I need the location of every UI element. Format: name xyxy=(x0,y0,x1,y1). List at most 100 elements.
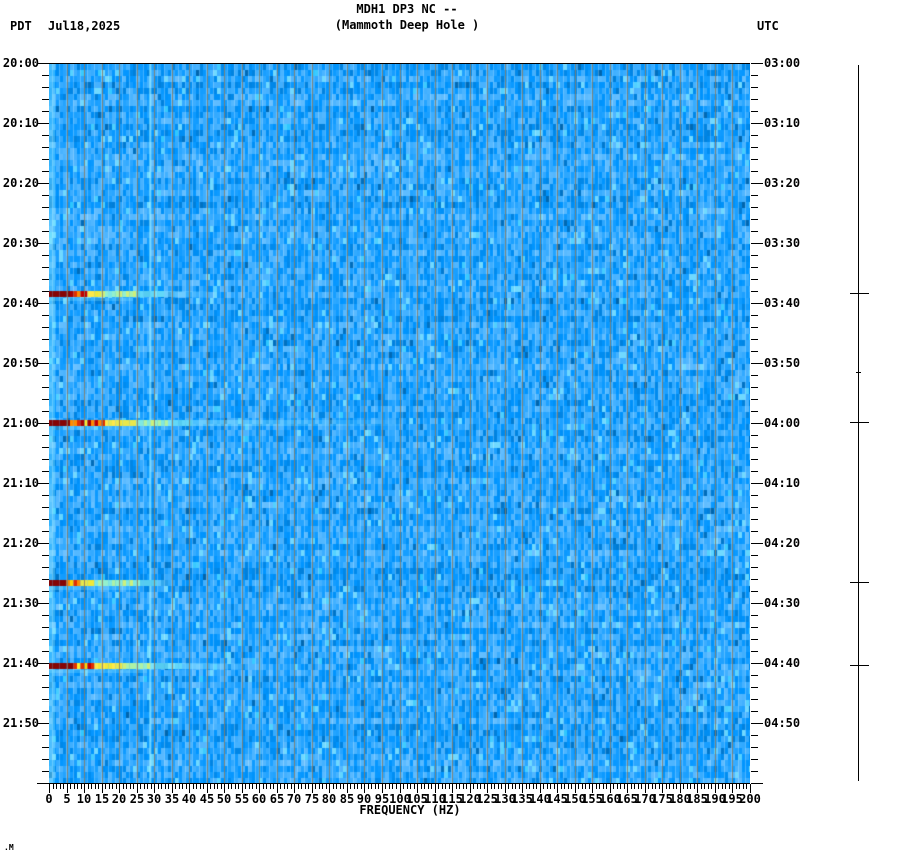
x-axis-minor-tick xyxy=(340,784,341,789)
x-axis-minor-tick xyxy=(477,784,478,789)
x-axis-minor-tick xyxy=(704,784,705,789)
y-axis-left-label: 20:50 xyxy=(2,356,39,370)
x-axis-minor-tick xyxy=(407,784,408,789)
x-axis-minor-tick xyxy=(200,784,201,789)
y-axis-minor-tick-right xyxy=(751,555,758,556)
y-axis-minor-tick-left xyxy=(42,579,49,580)
x-axis-minor-tick xyxy=(126,784,127,789)
x-axis-minor-tick xyxy=(687,784,688,789)
y-axis-minor-tick-right xyxy=(751,207,758,208)
x-axis-minor-tick xyxy=(599,784,600,789)
x-axis-minor-tick xyxy=(385,784,386,789)
x-axis-minor-tick xyxy=(60,784,61,789)
y-axis-major-tick-right xyxy=(751,243,763,244)
y-axis-minor-tick-right xyxy=(751,195,758,196)
y-axis-minor-tick-right xyxy=(751,495,758,496)
x-axis-minor-tick xyxy=(491,784,492,789)
y-axis-minor-tick-left xyxy=(42,195,49,196)
spectrogram-canvas xyxy=(49,64,750,784)
y-axis-minor-tick-left xyxy=(42,327,49,328)
y-axis-minor-tick-right xyxy=(751,567,758,568)
x-axis-minor-tick xyxy=(501,784,502,789)
x-axis-minor-tick xyxy=(186,784,187,789)
y-axis-minor-tick-left xyxy=(42,471,49,472)
y-axis-left-label: 20:40 xyxy=(2,296,39,310)
x-axis-minor-tick xyxy=(708,784,709,789)
y-axis-minor-tick-right xyxy=(751,699,758,700)
x-axis-minor-tick xyxy=(596,784,597,789)
x-axis-minor-tick xyxy=(659,784,660,789)
y-axis-minor-tick-right xyxy=(751,171,758,172)
y-axis-major-tick-right xyxy=(751,303,763,304)
y-axis-minor-tick-right xyxy=(751,627,758,628)
x-axis-minor-tick xyxy=(389,784,390,789)
x-axis-minor-tick xyxy=(319,784,320,789)
spectrogram-page: MDH1 DP3 NC -- (Mammoth Deep Hole ) PDT … xyxy=(0,0,902,864)
y-axis-minor-tick-right xyxy=(751,759,758,760)
y-axis-minor-tick-right xyxy=(751,771,758,772)
y-axis-minor-tick-left xyxy=(42,207,49,208)
x-axis-minor-tick xyxy=(701,784,702,789)
x-axis-minor-tick xyxy=(88,784,89,789)
y-axis-minor-tick-right xyxy=(751,327,758,328)
y-axis-minor-tick-left xyxy=(42,747,49,748)
y-axis-major-tick-left xyxy=(37,783,49,784)
y-axis-minor-tick-right xyxy=(751,579,758,580)
y-axis-minor-tick-left xyxy=(42,231,49,232)
page-title: MDH1 DP3 NC -- xyxy=(356,2,458,16)
y-axis-minor-tick-right xyxy=(751,339,758,340)
y-axis-minor-tick-left xyxy=(42,675,49,676)
x-axis-minor-tick xyxy=(56,784,57,789)
x-axis-minor-tick xyxy=(350,784,351,789)
corner-mark: .M xyxy=(4,843,14,852)
x-axis-minor-tick xyxy=(711,784,712,789)
x-axis-minor-tick xyxy=(543,784,544,789)
y-axis-minor-tick-left xyxy=(42,87,49,88)
timezone-left-label: PDT xyxy=(10,19,32,33)
x-axis-minor-tick xyxy=(585,784,586,789)
x-axis-minor-tick xyxy=(53,784,54,789)
y-axis-left-label: 21:30 xyxy=(2,596,39,610)
event-spike xyxy=(850,582,869,583)
x-axis-minor-tick xyxy=(442,784,443,789)
y-axis-minor-tick-left xyxy=(42,531,49,532)
y-axis-major-tick-right xyxy=(751,63,763,64)
y-axis-minor-tick-left xyxy=(42,351,49,352)
x-axis-minor-tick xyxy=(235,784,236,789)
y-axis-left-label: 20:20 xyxy=(2,176,39,190)
event-spike xyxy=(850,293,869,294)
y-axis-major-tick-right xyxy=(751,423,763,424)
x-axis-minor-tick xyxy=(217,784,218,789)
x-axis-minor-tick xyxy=(287,784,288,789)
x-axis-minor-tick xyxy=(652,784,653,789)
date-label: Jul18,2025 xyxy=(48,19,121,33)
x-axis-minor-tick xyxy=(151,784,152,789)
x-axis-minor-tick xyxy=(690,784,691,789)
y-axis-major-tick-right xyxy=(751,603,763,604)
y-axis-minor-tick-right xyxy=(751,111,758,112)
y-axis-minor-tick-left xyxy=(42,519,49,520)
x-axis-minor-tick xyxy=(123,784,124,789)
y-axis-minor-tick-right xyxy=(751,447,758,448)
y-axis-minor-tick-left xyxy=(42,687,49,688)
x-axis-minor-tick xyxy=(266,784,267,789)
y-axis-minor-tick-right xyxy=(751,531,758,532)
x-axis-minor-tick xyxy=(403,784,404,789)
y-axis-minor-tick-right xyxy=(751,159,758,160)
y-axis-minor-tick-left xyxy=(42,627,49,628)
x-axis-minor-tick xyxy=(116,784,117,789)
y-axis-major-tick-right xyxy=(751,483,763,484)
x-axis-minor-tick xyxy=(550,784,551,789)
y-axis-minor-tick-right xyxy=(751,615,758,616)
x-axis-minor-tick xyxy=(449,784,450,789)
y-axis-minor-tick-right xyxy=(751,399,758,400)
y-axis-minor-tick-left xyxy=(42,135,49,136)
x-axis-minor-tick xyxy=(438,784,439,789)
x-axis-minor-tick xyxy=(648,784,649,789)
x-axis-minor-tick xyxy=(273,784,274,789)
x-axis-minor-tick xyxy=(494,784,495,789)
x-axis-label: 200 xyxy=(739,792,761,806)
x-axis-minor-tick xyxy=(512,784,513,789)
x-axis-minor-tick xyxy=(371,784,372,789)
x-axis-minor-tick xyxy=(571,784,572,789)
